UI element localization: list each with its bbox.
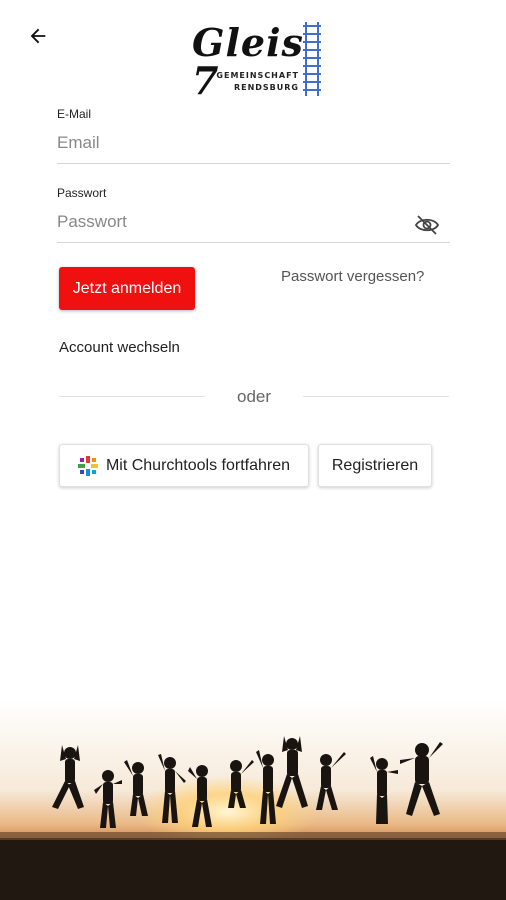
divider-line-left bbox=[59, 396, 205, 397]
email-underline bbox=[57, 163, 450, 164]
password-label: Passwort bbox=[57, 186, 107, 200]
logo-line-2: RENDSBURG bbox=[233, 83, 299, 92]
password-visibility-toggle[interactable] bbox=[414, 214, 440, 236]
password-field: Passwort bbox=[57, 186, 450, 243]
password-input[interactable] bbox=[57, 210, 450, 234]
back-button[interactable] bbox=[22, 20, 54, 52]
password-underline bbox=[57, 242, 450, 243]
churchtools-logo-icon bbox=[77, 455, 98, 476]
divider-text: oder bbox=[236, 387, 272, 406]
register-button-label: Registrieren bbox=[331, 456, 419, 474]
forgot-password-link[interactable]: Passwort vergessen? bbox=[281, 268, 424, 285]
churchtools-button-label: Mit Churchtools fortfahren bbox=[105, 456, 291, 474]
email-label: E-Mail bbox=[57, 107, 92, 121]
railway-track-icon bbox=[303, 22, 321, 96]
eye-off-icon bbox=[414, 215, 440, 235]
switch-account-link[interactable]: Account wechseln bbox=[59, 339, 180, 356]
email-field: E-Mail bbox=[57, 107, 450, 164]
logo-line-1: GEMEINSCHAFT bbox=[216, 71, 299, 80]
email-input[interactable] bbox=[57, 131, 450, 155]
app-logo: Gleis 7 GEMEINSCHAFT RENDSBURG bbox=[190, 20, 325, 100]
divider-line-right bbox=[303, 396, 449, 397]
sunset-silhouettes-image bbox=[0, 700, 506, 900]
login-button[interactable]: Jetzt anmelden bbox=[59, 267, 195, 310]
arrow-left-icon bbox=[30, 28, 46, 44]
register-button[interactable]: Registrieren bbox=[318, 444, 432, 487]
churchtools-login-button[interactable]: Mit Churchtools fortfahren bbox=[59, 444, 309, 487]
